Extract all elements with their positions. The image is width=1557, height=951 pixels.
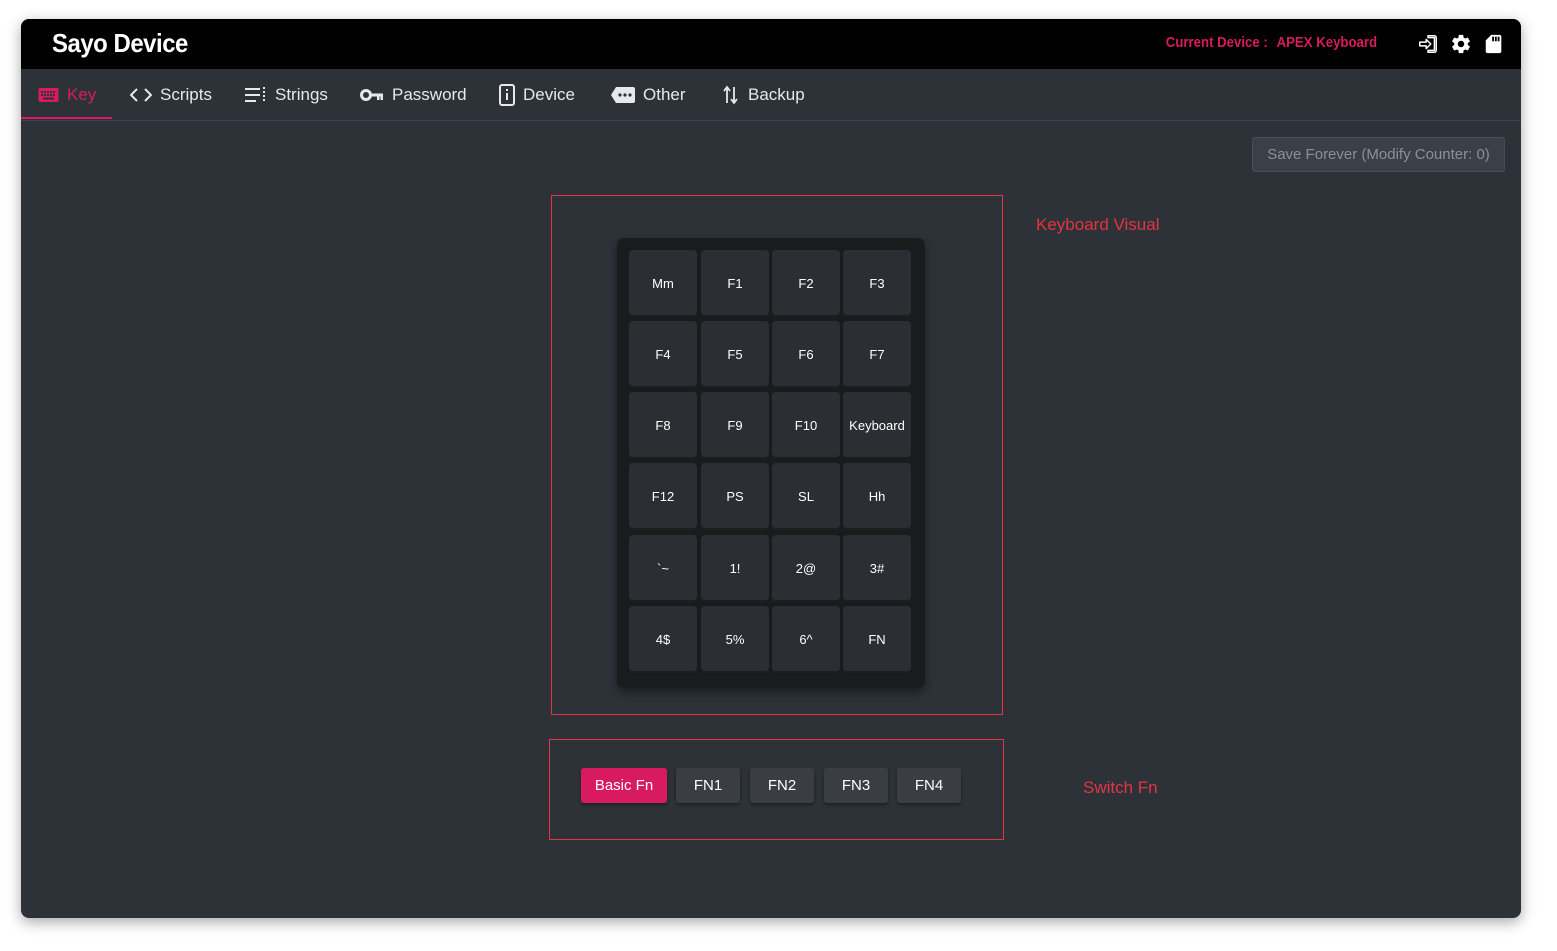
tab-strings[interactable]: Strings: [245, 69, 328, 120]
device-name: APEX Keyboard: [1276, 34, 1377, 51]
tab-strings-label: Strings: [275, 84, 328, 104]
app-window: Sayo Device Current Device : APEX Keyboar…: [21, 19, 1521, 918]
fn-button-fn4[interactable]: FN4: [897, 768, 961, 803]
key-r0-c3[interactable]: F3: [843, 250, 911, 317]
key-r2-c3[interactable]: Keyboard: [843, 392, 911, 459]
fn-button-fn3[interactable]: FN3: [824, 768, 888, 803]
key-r4-c0[interactable]: `~: [629, 535, 697, 602]
tab-scripts-label: Scripts: [160, 84, 212, 104]
tab-backup-label: Backup: [748, 84, 805, 104]
key-r5-c2[interactable]: 6^: [772, 606, 840, 673]
key-r5-c1[interactable]: 5%: [701, 606, 769, 673]
key-r0-c2[interactable]: F2: [772, 250, 840, 317]
title-bar: Sayo Device Current Device : APEX Keyboar…: [21, 19, 1521, 69]
fn-button-fn1[interactable]: FN1: [676, 768, 740, 803]
tab-device[interactable]: Device: [499, 69, 575, 120]
gear-icon[interactable]: [1450, 33, 1472, 55]
key-r4-c2[interactable]: 2@: [772, 535, 840, 602]
switch-fn-label: Switch Fn: [1083, 778, 1158, 797]
key-r3-c0[interactable]: F12: [629, 463, 697, 530]
key-r1-c0[interactable]: F4: [629, 321, 697, 388]
more-icon: [611, 86, 635, 104]
key-r5-c3[interactable]: FN: [843, 606, 911, 673]
tab-scripts[interactable]: Scripts: [130, 69, 212, 120]
active-tab-indicator: [21, 117, 112, 119]
tab-backup[interactable]: Backup: [722, 69, 805, 120]
key-r3-c2[interactable]: SL: [772, 463, 840, 530]
login-icon[interactable]: [1417, 33, 1439, 55]
fn-button-basic[interactable]: Basic Fn: [581, 768, 667, 803]
tab-other[interactable]: Other: [611, 69, 686, 120]
current-device: Current Device : APEX Keyboard: [1166, 34, 1377, 51]
tab-password[interactable]: Password: [360, 69, 467, 120]
tab-key-label: Key: [67, 84, 97, 104]
device-label: Current Device :: [1165, 34, 1268, 51]
key-r4-c3[interactable]: 3#: [843, 535, 911, 602]
sd-card-icon[interactable]: [1483, 33, 1505, 55]
tab-password-label: Password: [392, 84, 467, 104]
key-r1-c3[interactable]: F7: [843, 321, 911, 388]
app-title: Sayo Device: [52, 28, 188, 58]
keyboard-icon: [38, 87, 59, 103]
list-icon: [245, 86, 267, 104]
key-icon: [360, 88, 384, 102]
key-r2-c2[interactable]: F10: [772, 392, 840, 459]
key-r1-c1[interactable]: F5: [701, 321, 769, 388]
key-r2-c1[interactable]: F9: [701, 392, 769, 459]
nav-tabs: Key Scripts Strings Password Device Othe…: [21, 69, 1521, 121]
key-r0-c0[interactable]: Mm: [629, 250, 697, 317]
tab-key[interactable]: Key: [38, 69, 96, 120]
key-r3-c1[interactable]: PS: [701, 463, 769, 530]
device-icon: [499, 83, 515, 106]
fn-button-fn2[interactable]: FN2: [750, 768, 814, 803]
key-r0-c1[interactable]: F1: [701, 250, 769, 317]
key-r5-c0[interactable]: 4$: [629, 606, 697, 673]
tab-other-label: Other: [643, 84, 686, 104]
key-r3-c3[interactable]: Hh: [843, 463, 911, 530]
swap-vertical-icon: [722, 85, 740, 105]
tab-device-label: Device: [523, 84, 575, 104]
keyboard-visual: Mm F1 F2 F3 F4 F5 F6 F7 F8 F9 F10 Keyboa…: [617, 238, 925, 688]
key-r4-c1[interactable]: 1!: [701, 535, 769, 602]
keyboard-visual-label: Keyboard Visual: [1036, 215, 1160, 234]
key-r1-c2[interactable]: F6: [772, 321, 840, 388]
save-forever-button[interactable]: Save Forever (Modify Counter: 0): [1252, 137, 1505, 172]
key-r2-c0[interactable]: F8: [629, 392, 697, 459]
code-icon: [130, 87, 152, 103]
